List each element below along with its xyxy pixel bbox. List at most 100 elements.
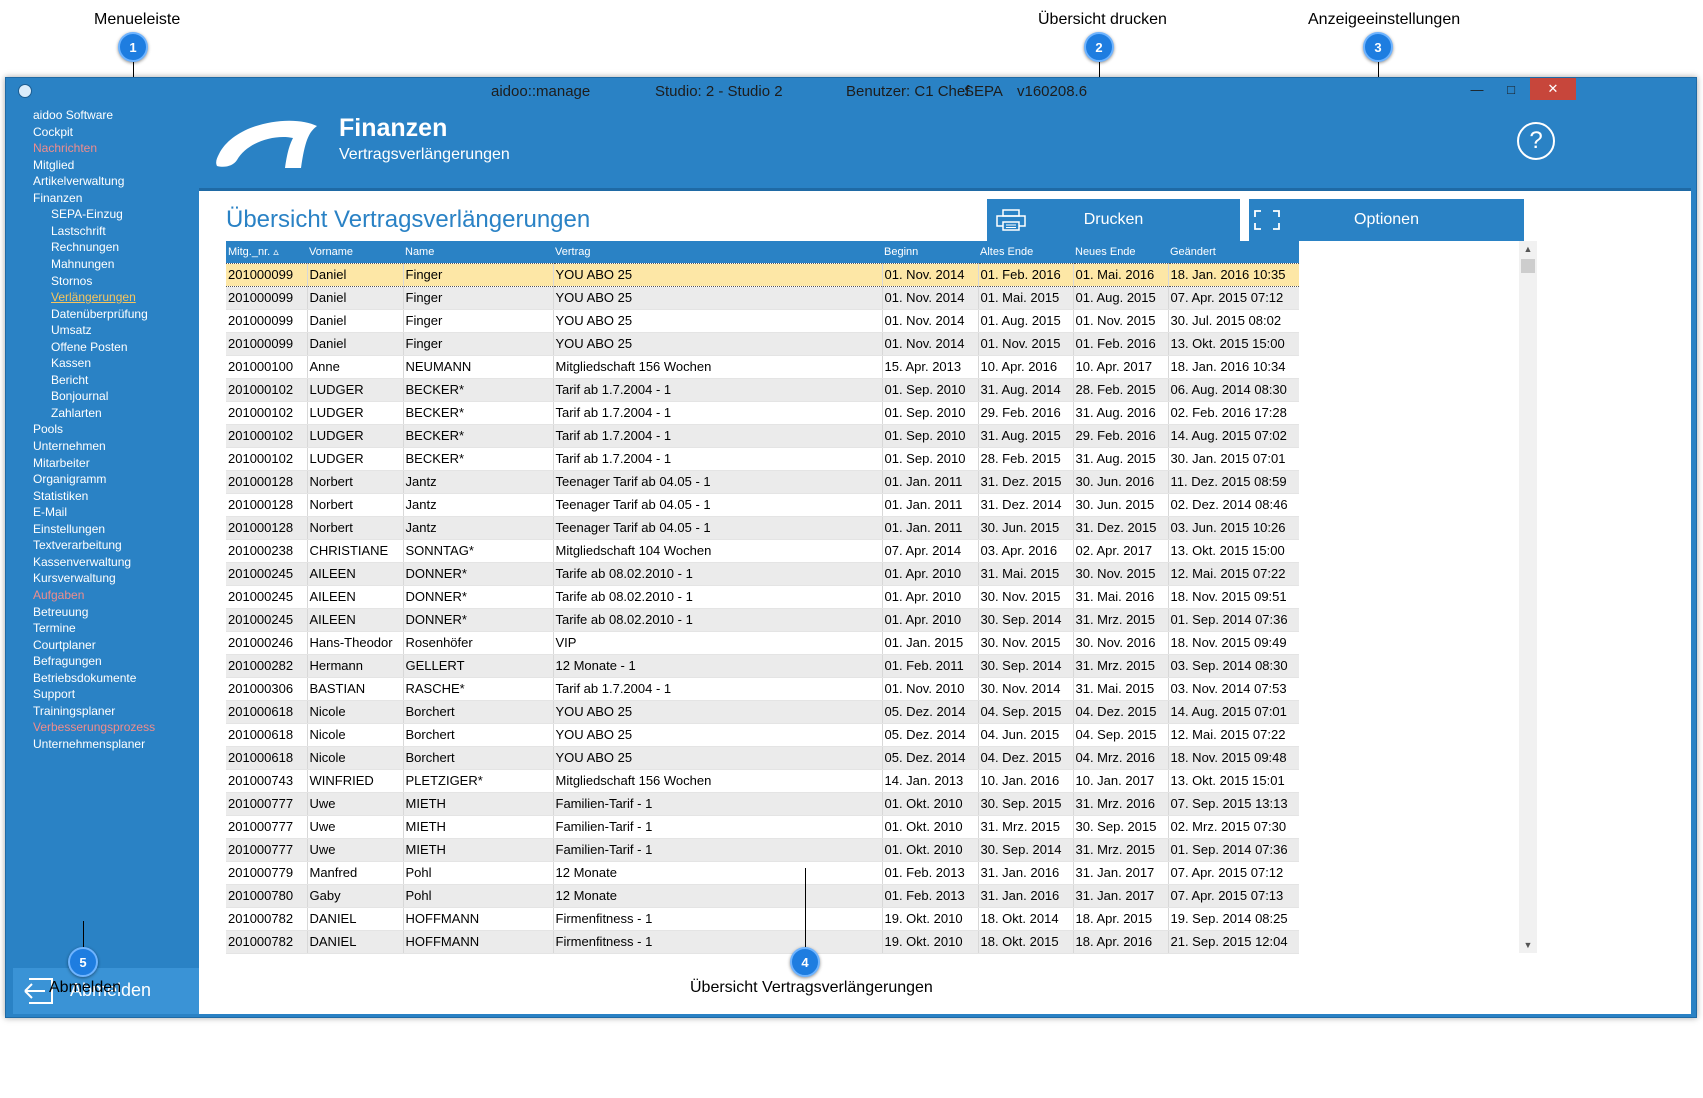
sidebar-item-unternehmensplaner[interactable]: Unternehmensplaner <box>33 737 145 751</box>
sidebar-item-statistiken[interactable]: Statistiken <box>33 489 88 503</box>
table-row[interactable]: 201000777 Uwe MIETH Familien-Tarif - 1 01. O… <box>226 815 1299 839</box>
scroll-up-icon[interactable]: ▲ <box>1519 241 1537 257</box>
table-row[interactable]: 201000128 Norbert Jantz Teenager Tarif ab 0… <box>226 493 1299 517</box>
sidebar-item-befragungen[interactable]: Befragungen <box>33 654 102 668</box>
column-header[interactable]: Beginn <box>882 241 978 263</box>
vertical-scrollbar[interactable]: ▲ ▼ <box>1519 241 1537 953</box>
sidebar-item-kassenverwaltung[interactable]: Kassenverwaltung <box>33 555 131 569</box>
sidebar-item-betreuung[interactable]: Betreuung <box>33 605 88 619</box>
scroll-thumb[interactable] <box>1521 259 1535 273</box>
table-row[interactable]: 201000306 BASTIAN RASCHE* Tarif ab 1.7.2004… <box>226 677 1299 701</box>
sidebar-item-umsatz[interactable]: Umsatz <box>51 323 92 337</box>
minimize-button[interactable]: — <box>1460 78 1494 100</box>
table-row[interactable]: 201000777 Uwe MIETH Familien-Tarif - 1 01. O… <box>226 792 1299 816</box>
table-cell: 201000618 <box>226 723 308 747</box>
help-button[interactable]: ? <box>1517 122 1555 160</box>
table-row[interactable]: 201000246 Hans-Theodor Rosenhöfer VIP 01. Ja… <box>226 631 1299 655</box>
sidebar-item-mitglied[interactable]: Mitglied <box>33 158 74 172</box>
sidebar-item-kursverwaltung[interactable]: Kursverwaltung <box>33 571 116 585</box>
sidebar-item-trainingsplaner[interactable]: Trainingsplaner <box>33 704 115 718</box>
table-cell: 201000099 <box>226 332 308 356</box>
print-button[interactable]: Drucken <box>987 199 1240 241</box>
sidebar-item-aidoo-software[interactable]: aidoo Software <box>33 108 113 122</box>
table-row[interactable]: 201000618 Nicole Borchert YOU ABO 25 05. Dez… <box>226 700 1299 724</box>
sidebar-item-sepa-einzug[interactable]: SEPA-Einzug <box>51 207 123 221</box>
table-row[interactable]: 201000282 Hermann GELLERT 12 Monate - 1 01. … <box>226 654 1299 678</box>
sidebar-item-bericht[interactable]: Bericht <box>51 373 88 387</box>
sidebar-item-verlängerungen[interactable]: Verlängerungen <box>51 290 136 304</box>
table-row[interactable]: 201000743 WINFRIED PLETZIGER* Mitgliedschaf… <box>226 769 1299 793</box>
sidebar-item-unternehmen[interactable]: Unternehmen <box>33 439 106 453</box>
sidebar-item-courtplaner[interactable]: Courtplaner <box>33 638 96 652</box>
table-cell: HOFFMANN <box>403 907 554 931</box>
sidebar-item-einstellungen[interactable]: Einstellungen <box>33 522 105 536</box>
maximize-button[interactable]: □ <box>1494 78 1528 100</box>
sidebar-item-betriebsdokumente[interactable]: Betriebsdokumente <box>33 671 136 685</box>
table-row[interactable]: 201000099 Daniel Finger YOU ABO 25 01. Nov. … <box>226 309 1299 333</box>
sidebar-item-pools[interactable]: Pools <box>33 422 63 436</box>
table-row[interactable]: 201000779 Manfred Pohl 12 Monate 01. Feb. 20… <box>226 861 1299 885</box>
callout-label-menueleiste: Menueleiste <box>94 11 181 28</box>
table-row[interactable]: 201000128 Norbert Jantz Teenager Tarif ab 0… <box>226 470 1299 494</box>
sidebar-item-verbesserungsprozess[interactable]: Verbesserungsprozess <box>33 720 155 734</box>
table-cell: 201000099 <box>226 262 308 287</box>
sidebar-item-bonjournal[interactable]: Bonjournal <box>51 389 108 403</box>
sidebar-item-finanzen[interactable]: Finanzen <box>33 191 82 205</box>
column-header[interactable]: Vertrag <box>553 241 882 263</box>
column-header[interactable]: Mitg._nr. ▵ <box>226 241 307 263</box>
table-row[interactable]: 201000618 Nicole Borchert YOU ABO 25 05. Dez… <box>226 723 1299 747</box>
column-header[interactable]: Vorname <box>307 241 403 263</box>
table-row[interactable]: 201000245 AILEEN DONNER* Tarife ab 08.02.20… <box>226 585 1299 609</box>
sidebar-item-lastschrift[interactable]: Lastschrift <box>51 224 106 238</box>
sidebar-item-kassen[interactable]: Kassen <box>51 356 91 370</box>
sidebar-item-nachrichten[interactable]: Nachrichten <box>33 141 97 155</box>
sidebar-item-zahlarten[interactable]: Zahlarten <box>51 406 102 420</box>
table-row[interactable]: 201000100 Anne NEUMANN Mitgliedschaft 156 W… <box>226 355 1299 379</box>
table-row[interactable]: 201000102 LUDGER BECKER* Tarif ab 1.7.2004 … <box>226 447 1299 471</box>
table-row[interactable]: 201000128 Norbert Jantz Teenager Tarif ab 0… <box>226 516 1299 540</box>
table-row[interactable]: 201000245 AILEEN DONNER* Tarife ab 08.02.20… <box>226 608 1299 632</box>
sidebar-item-datenüberprüfung[interactable]: Datenüberprüfung <box>51 307 148 321</box>
table-cell: 31. Aug. 2015 <box>978 424 1074 448</box>
table-cell: 29. Feb. 2016 <box>978 401 1074 425</box>
column-header[interactable]: Neues Ende <box>1073 241 1168 263</box>
sidebar-item-rechnungen[interactable]: Rechnungen <box>51 240 119 254</box>
sidebar-item-mahnungen[interactable]: Mahnungen <box>51 257 114 271</box>
table-row[interactable]: 201000102 LUDGER BECKER* Tarif ab 1.7.2004 … <box>226 378 1299 402</box>
sidebar-item-offene-posten[interactable]: Offene Posten <box>51 340 128 354</box>
table-row[interactable]: 201000245 AILEEN DONNER* Tarife ab 08.02.20… <box>226 562 1299 586</box>
sidebar-item-artikelverwaltung[interactable]: Artikelverwaltung <box>33 174 124 188</box>
close-button[interactable]: ✕ <box>1530 78 1576 100</box>
table-row[interactable]: 201000782 DANIEL HOFFMANN Firmenfitness - 1… <box>226 907 1299 931</box>
table-row[interactable]: 201000780 Gaby Pohl 12 Monate 01. Feb. 2013 3… <box>226 884 1299 908</box>
sidebar-item-aufgaben[interactable]: Aufgaben <box>33 588 84 602</box>
sidebar-item-stornos[interactable]: Stornos <box>51 274 92 288</box>
table-cell: Tarif ab 1.7.2004 - 1 <box>553 677 883 701</box>
column-header[interactable]: Name <box>403 241 553 263</box>
sidebar-item-organigramm[interactable]: Organigramm <box>33 472 106 486</box>
table-row[interactable]: 201000102 LUDGER BECKER* Tarif ab 1.7.2004 … <box>226 401 1299 425</box>
table-row[interactable]: 201000102 LUDGER BECKER* Tarif ab 1.7.2004 … <box>226 424 1299 448</box>
table-row[interactable]: 201000099 Daniel Finger YOU ABO 25 01. Nov. … <box>226 332 1299 356</box>
table-row[interactable]: 201000777 Uwe MIETH Familien-Tarif - 1 01. O… <box>226 838 1299 862</box>
table-cell: AILEEN <box>307 585 404 609</box>
scroll-down-icon[interactable]: ▼ <box>1519 937 1537 953</box>
sidebar-item-support[interactable]: Support <box>33 687 75 701</box>
table-row[interactable]: 201000618 Nicole Borchert YOU ABO 25 05. Dez… <box>226 746 1299 770</box>
table-cell: Borchert <box>403 746 554 770</box>
sidebar-item-termine[interactable]: Termine <box>33 621 76 635</box>
table-row[interactable]: 201000099 Daniel Finger YOU ABO 25 01. Nov. … <box>226 286 1299 310</box>
sidebar-item-cockpit[interactable]: Cockpit <box>33 125 73 139</box>
table-row[interactable]: 201000099 Daniel Finger YOU ABO 25 01. Nov. … <box>226 262 1299 287</box>
table-row[interactable]: 201000238 CHRISTIANE SONNTAG* Mitgliedschaf… <box>226 539 1299 563</box>
table-cell: Mitgliedschaft 156 Wochen <box>553 355 883 379</box>
column-header[interactable]: Geändert <box>1168 241 1299 263</box>
sidebar-item-mitarbeiter[interactable]: Mitarbeiter <box>33 456 90 470</box>
sidebar-item-textverarbeitung[interactable]: Textverarbeitung <box>33 538 122 552</box>
sidebar-item-e-mail[interactable]: E-Mail <box>33 505 67 519</box>
options-button[interactable]: Optionen <box>1249 199 1524 241</box>
table-cell: 201000099 <box>226 286 308 310</box>
table-row[interactable]: 201000782 DANIEL HOFFMANN Firmenfitness - 1… <box>226 930 1299 954</box>
column-header[interactable]: Altes Ende <box>978 241 1073 263</box>
table-cell: 28. Feb. 2015 <box>1073 378 1169 402</box>
